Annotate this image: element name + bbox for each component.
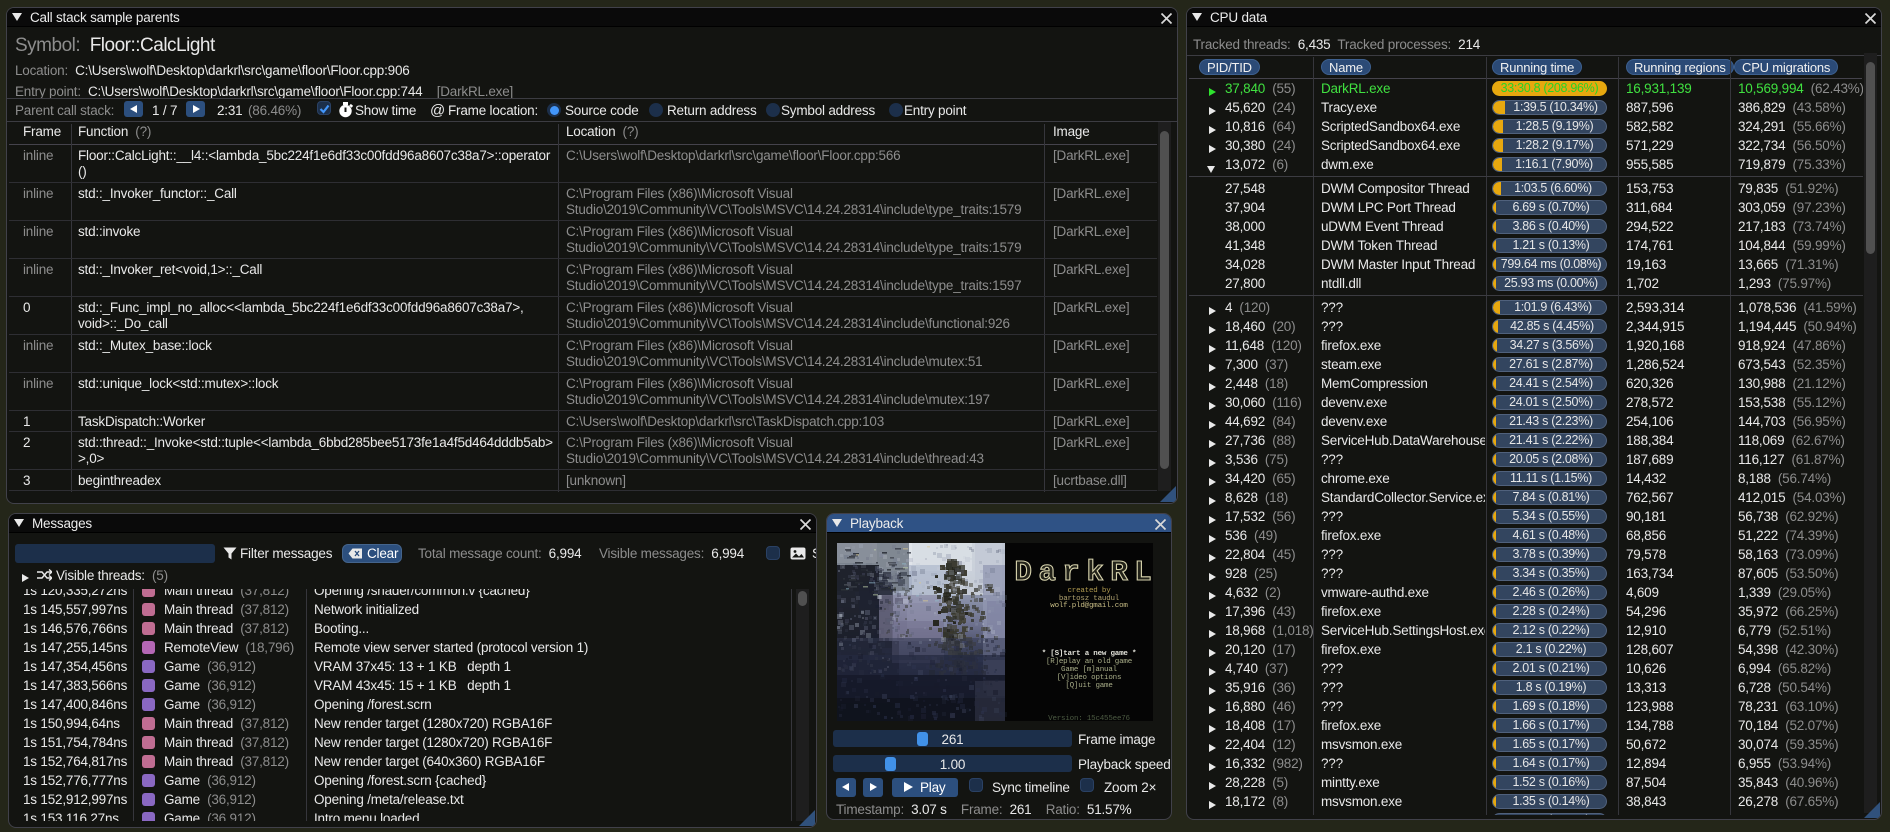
svg-text:DarkRL: DarkRL [1015, 556, 1152, 589]
svg-text:Version: 15c455ee76: Version: 15c455ee76 [1048, 715, 1130, 721]
svg-text:Game [m]anual: Game [m]anual [1061, 666, 1118, 674]
svg-text:[V]ideo options: [V]ideo options [1057, 674, 1122, 682]
svg-text:[Q]uit game: [Q]uit game [1065, 682, 1112, 690]
svg-text:created by: created by [1067, 587, 1111, 595]
svg-text:[R]eplay an old game: [R]eplay an old game [1046, 658, 1132, 666]
svg-text:* [S]tart a new game *: * [S]tart a new game * [1042, 650, 1137, 658]
svg-text:wolf.pld@gmail.com: wolf.pld@gmail.com [1050, 602, 1128, 610]
